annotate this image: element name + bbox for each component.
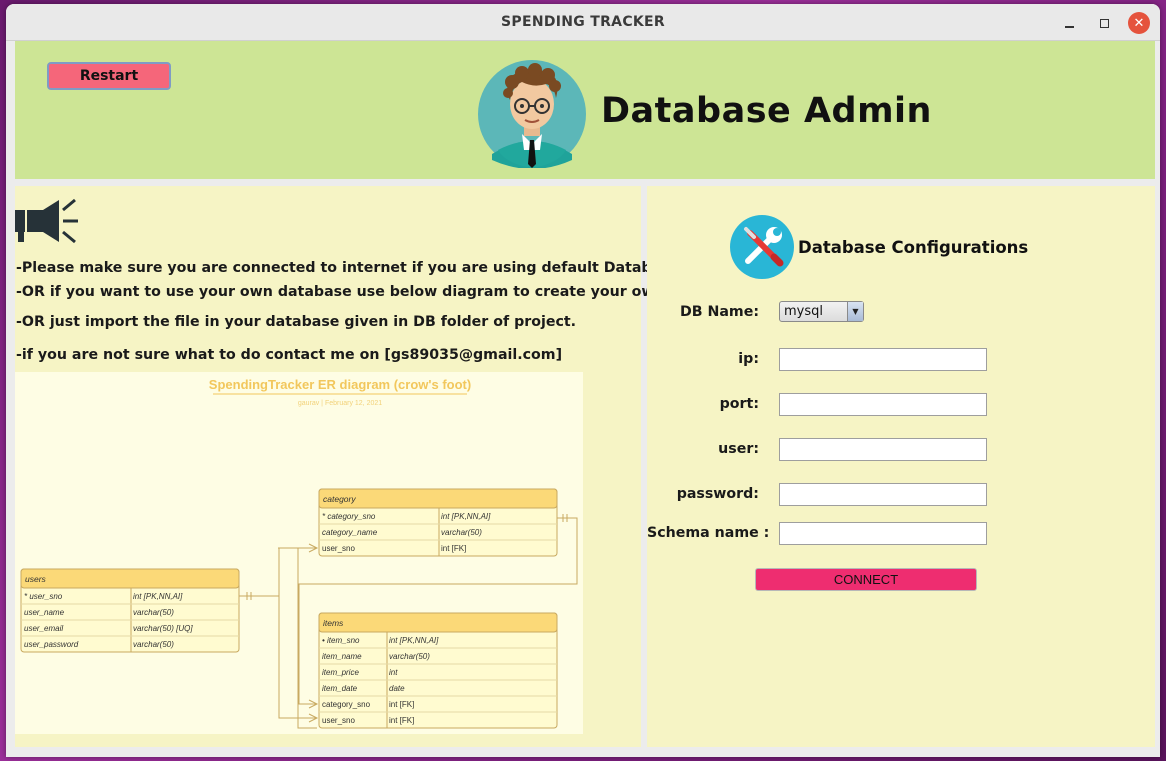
er-column-type: varchar(50)	[133, 640, 174, 649]
er-column-name: • item_sno	[322, 636, 360, 645]
er-column-name: category_name	[322, 528, 378, 537]
er-diagram-canvas: SpendingTracker ER diagram (crow's foot)…	[20, 377, 578, 729]
er-column-type: int [PK,NN,AI]	[441, 512, 491, 521]
er-column-type: varchar(50)	[133, 608, 174, 617]
notice-own-db: -OR if you want to use your own database…	[16, 284, 716, 300]
title-bar[interactable]: SPENDING TRACKER ✕	[6, 4, 1160, 41]
er-column-name: user_email	[24, 624, 63, 633]
er-diagram-subtitle: gaurav | February 12, 2021	[298, 400, 382, 407]
er-column-name: item_name	[322, 652, 362, 661]
er-table-users: users* user_sno int [PK,NN,AI]user_name va…	[20, 568, 240, 653]
er-diagram: SpendingTracker ER diagram (crow's foot)…	[15, 372, 583, 734]
config-panel: Database Configurations DB Name: mysql ▼…	[647, 186, 1155, 747]
er-column-name: * category_sno	[322, 512, 376, 521]
db-name-label: DB Name:	[679, 304, 759, 320]
er-column-type: varchar(50)	[389, 652, 430, 661]
close-button[interactable]: ✕	[1128, 12, 1150, 34]
ip-input[interactable]	[779, 348, 987, 371]
window-title: SPENDING TRACKER	[501, 14, 665, 30]
er-column-type: int [FK]	[441, 544, 466, 553]
restart-button[interactable]: Restart	[47, 62, 171, 90]
minimize-icon	[1064, 26, 1074, 28]
user-label: user:	[718, 441, 759, 457]
connect-button[interactable]: CONNECT	[755, 568, 977, 591]
er-column-name: user_name	[24, 608, 65, 617]
er-column-type: int [PK,NN,AI]	[389, 636, 439, 645]
info-panel: -Please make sure you are connected to i…	[15, 186, 716, 747]
er-column-name: * user_sno	[24, 592, 63, 601]
chevron-down-icon: ▼	[847, 302, 863, 321]
user-input[interactable]	[779, 438, 987, 461]
schema-name-label: Schema name :	[647, 525, 770, 541]
er-column-type: date	[389, 684, 405, 693]
er-table-name: category	[323, 494, 356, 504]
ip-label: ip:	[738, 351, 759, 367]
page-title: Database Admin	[601, 91, 932, 131]
er-column-name: category_sno	[322, 700, 371, 709]
er-column-name: item_price	[322, 668, 359, 677]
notice-contact: -if you are not sure what to do contact …	[16, 347, 563, 363]
er-column-name: user_password	[24, 640, 79, 649]
db-name-select[interactable]: mysql ▼	[779, 301, 864, 322]
er-column-type: int [FK]	[389, 716, 414, 725]
er-table-category: category * category_sno int [PK,NN,AI] cate…	[318, 488, 558, 557]
maximize-icon	[1099, 18, 1109, 28]
app-window: SPENDING TRACKER ✕ Restart Database Admi…	[6, 4, 1160, 757]
minimize-button[interactable]	[1058, 12, 1080, 34]
port-label: port:	[719, 396, 759, 412]
er-table-name: items	[323, 618, 344, 628]
er-diagram-title: SpendingTracker ER diagram (crow's foot)	[209, 377, 471, 392]
schema-name-input[interactable]	[779, 522, 987, 545]
er-column-name: user_sno	[322, 716, 355, 725]
password-input[interactable]	[779, 483, 987, 506]
admin-avatar-icon	[478, 60, 586, 168]
er-column-name: item_date	[322, 684, 358, 693]
er-column-type: int [PK,NN,AI]	[133, 592, 183, 601]
config-title: Database Configurations	[798, 238, 1029, 257]
maximize-button[interactable]	[1093, 12, 1115, 34]
er-column-type: int [FK]	[389, 700, 414, 709]
password-label: password:	[676, 486, 759, 502]
er-table-name: users	[25, 574, 47, 584]
close-icon: ✕	[1133, 15, 1145, 31]
port-input[interactable]	[779, 393, 987, 416]
er-table-items: items • item_sno int [PK,NN,AI] item_name va…	[318, 612, 558, 729]
er-column-type: int	[389, 668, 398, 677]
db-name-value: mysql	[784, 304, 823, 319]
megaphone-icon	[15, 198, 78, 244]
notice-import: -OR just import the file in your databas…	[16, 314, 577, 330]
notice-internet: -Please make sure you are connected to i…	[16, 260, 685, 276]
tools-icon	[730, 215, 794, 279]
er-column-type: varchar(50) [UQ]	[133, 624, 193, 633]
er-column-name: user_sno	[322, 544, 355, 553]
er-column-type: varchar(50)	[441, 528, 482, 537]
header-banner: Restart Database Admin	[15, 41, 1155, 179]
